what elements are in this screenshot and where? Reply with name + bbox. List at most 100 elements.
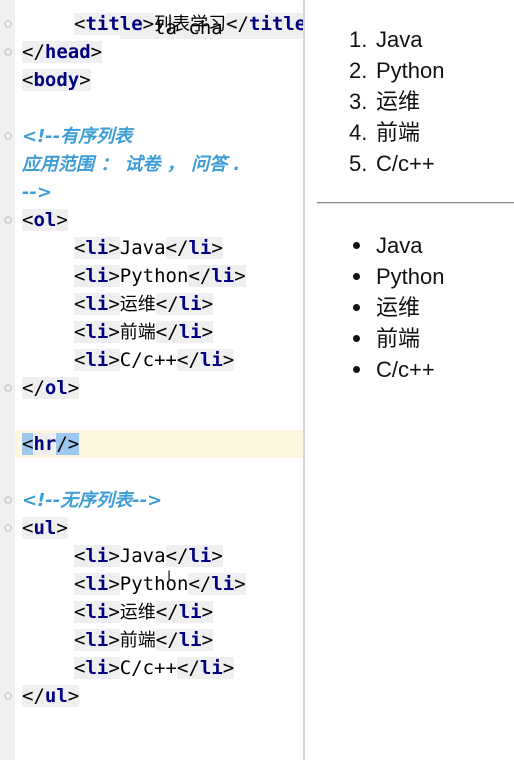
unordered-list-item: 前端 xyxy=(305,323,514,354)
code-line[interactable]: <title>列表学习</title> xyxy=(22,10,303,38)
code-line[interactable]: </ul> xyxy=(22,682,80,710)
list-item-label: C/c++ xyxy=(376,151,435,176)
list-item-label: Java xyxy=(376,27,423,52)
code-line[interactable]: <li>C/c++</li> xyxy=(22,346,235,374)
code-line[interactable]: <li>Java</li> xyxy=(22,234,223,262)
tag-bracket: > xyxy=(108,657,120,679)
tag-name: li xyxy=(85,573,109,595)
fold-marker-icon[interactable]: ⬠ xyxy=(3,692,13,702)
list-item-label: 前端 xyxy=(376,120,421,145)
fold-marker-icon[interactable]: ⬠ xyxy=(3,216,13,226)
tag-bracket: </ xyxy=(22,41,45,63)
tag-bracket: > xyxy=(108,321,120,343)
text-content: 运维 xyxy=(119,602,156,623)
tag-name: li xyxy=(178,293,202,315)
fold-marker-icon[interactable]: ⬠ xyxy=(3,524,13,534)
list-number: 2. xyxy=(349,58,368,83)
code-line[interactable]: <li>前端</li> xyxy=(22,318,214,346)
code-line[interactable]: --> xyxy=(22,178,52,206)
text-content: 前端 xyxy=(119,322,156,343)
unordered-list-item: C/c++ xyxy=(305,354,514,385)
code-line[interactable]: <!--无序列表--> xyxy=(22,486,162,514)
editor-gutter xyxy=(0,0,15,760)
tag-name: li xyxy=(178,629,202,651)
tag-name: li xyxy=(178,321,202,343)
tag-bracket: < xyxy=(74,657,86,679)
code-line[interactable]: 应用范围 ： 试卷 ， 问答 . xyxy=(22,150,240,178)
code-line[interactable]: <ul> xyxy=(22,514,68,542)
tag-name: li xyxy=(178,601,202,623)
fold-marker-icon[interactable]: ⬠ xyxy=(3,384,13,394)
tag-bracket: < xyxy=(74,573,86,595)
code-line[interactable]: <li>Python</li> xyxy=(22,570,246,598)
fold-marker-icon[interactable]: ⬠ xyxy=(3,48,13,58)
tag-bracket: > xyxy=(108,601,120,623)
tag-bracket: </ xyxy=(177,349,200,371)
tag-bracket: < xyxy=(22,433,34,455)
tag-bracket: > xyxy=(79,69,91,91)
code-line[interactable]: <hr/> xyxy=(22,430,80,458)
ordered-list-item: 4. 前端 xyxy=(305,117,514,148)
code-line[interactable]: <body> xyxy=(22,66,91,94)
code-editor[interactable]: <meta charset="UTF-8"> <title>列表学习</titl… xyxy=(0,0,303,760)
code-line[interactable]: <li>前端</li> xyxy=(22,626,214,654)
code-line[interactable]: <ol> xyxy=(22,206,68,234)
list-item-label: 运维 xyxy=(376,89,421,114)
fold-marker-icon[interactable]: ⬠ xyxy=(3,496,13,506)
list-item-label: Python xyxy=(376,264,445,289)
code-line[interactable]: <li>Python</li> xyxy=(22,262,246,290)
tag-bracket: > xyxy=(90,41,103,63)
tag-bracket: < xyxy=(74,265,86,287)
unordered-list-item: 运维 xyxy=(305,292,514,323)
list-number: 3. xyxy=(349,89,368,114)
tag-bracket: > xyxy=(201,293,214,315)
bullet-icon xyxy=(353,242,360,249)
tag-bracket: > xyxy=(201,629,214,651)
tag-bracket: > xyxy=(234,573,246,595)
code-line[interactable]: <li>运维</li> xyxy=(22,290,214,318)
fold-marker-icon[interactable]: ⬠ xyxy=(3,20,13,30)
tag-name: li xyxy=(85,237,109,259)
ordered-list-item: 3. 运维 xyxy=(305,86,514,117)
tag-name: li xyxy=(188,545,212,567)
comment-text: 应用范围 ： 试卷 ， 问答 . xyxy=(22,154,241,175)
tag-bracket: > xyxy=(211,545,223,567)
bullet-icon xyxy=(353,335,360,342)
list-item-label: C/c++ xyxy=(376,357,435,382)
tag-bracket: > xyxy=(56,209,68,231)
code-line[interactable]: </head> xyxy=(22,38,103,66)
text-content: Python xyxy=(119,265,189,287)
text-content: Java xyxy=(119,545,166,567)
tag-bracket: < xyxy=(74,349,86,371)
tag-bracket: </ xyxy=(188,265,212,287)
unordered-list-item: Python xyxy=(305,261,514,292)
ordered-list-item: 5. C/c++ xyxy=(305,148,514,179)
tag-name: ul xyxy=(33,517,57,539)
tag-bracket: </ xyxy=(155,601,179,623)
tag-name: body xyxy=(33,69,80,91)
code-line[interactable]: </ol> xyxy=(22,374,80,402)
text-cursor-icon: I xyxy=(167,569,172,585)
tag-bracket: > xyxy=(201,321,214,343)
tag-bracket: < xyxy=(74,293,86,315)
code-line[interactable]: <!--有序列表 xyxy=(22,122,132,150)
code-line[interactable]: <li>运维</li> xyxy=(22,598,214,626)
tag-name: li xyxy=(199,349,223,371)
code-line[interactable]: <li>C/c++</li> xyxy=(22,654,235,682)
tag-bracket: > xyxy=(222,657,235,679)
fold-marker-icon[interactable]: ⬠ xyxy=(3,132,13,142)
comment-text: <!--有序列表 xyxy=(22,126,133,147)
tag-name: hr xyxy=(33,433,57,455)
tag-bracket: < xyxy=(74,321,86,343)
tag-name: li xyxy=(85,657,109,679)
code-line[interactable]: <li>Java</li> xyxy=(22,542,223,570)
tag-name: li xyxy=(188,237,212,259)
